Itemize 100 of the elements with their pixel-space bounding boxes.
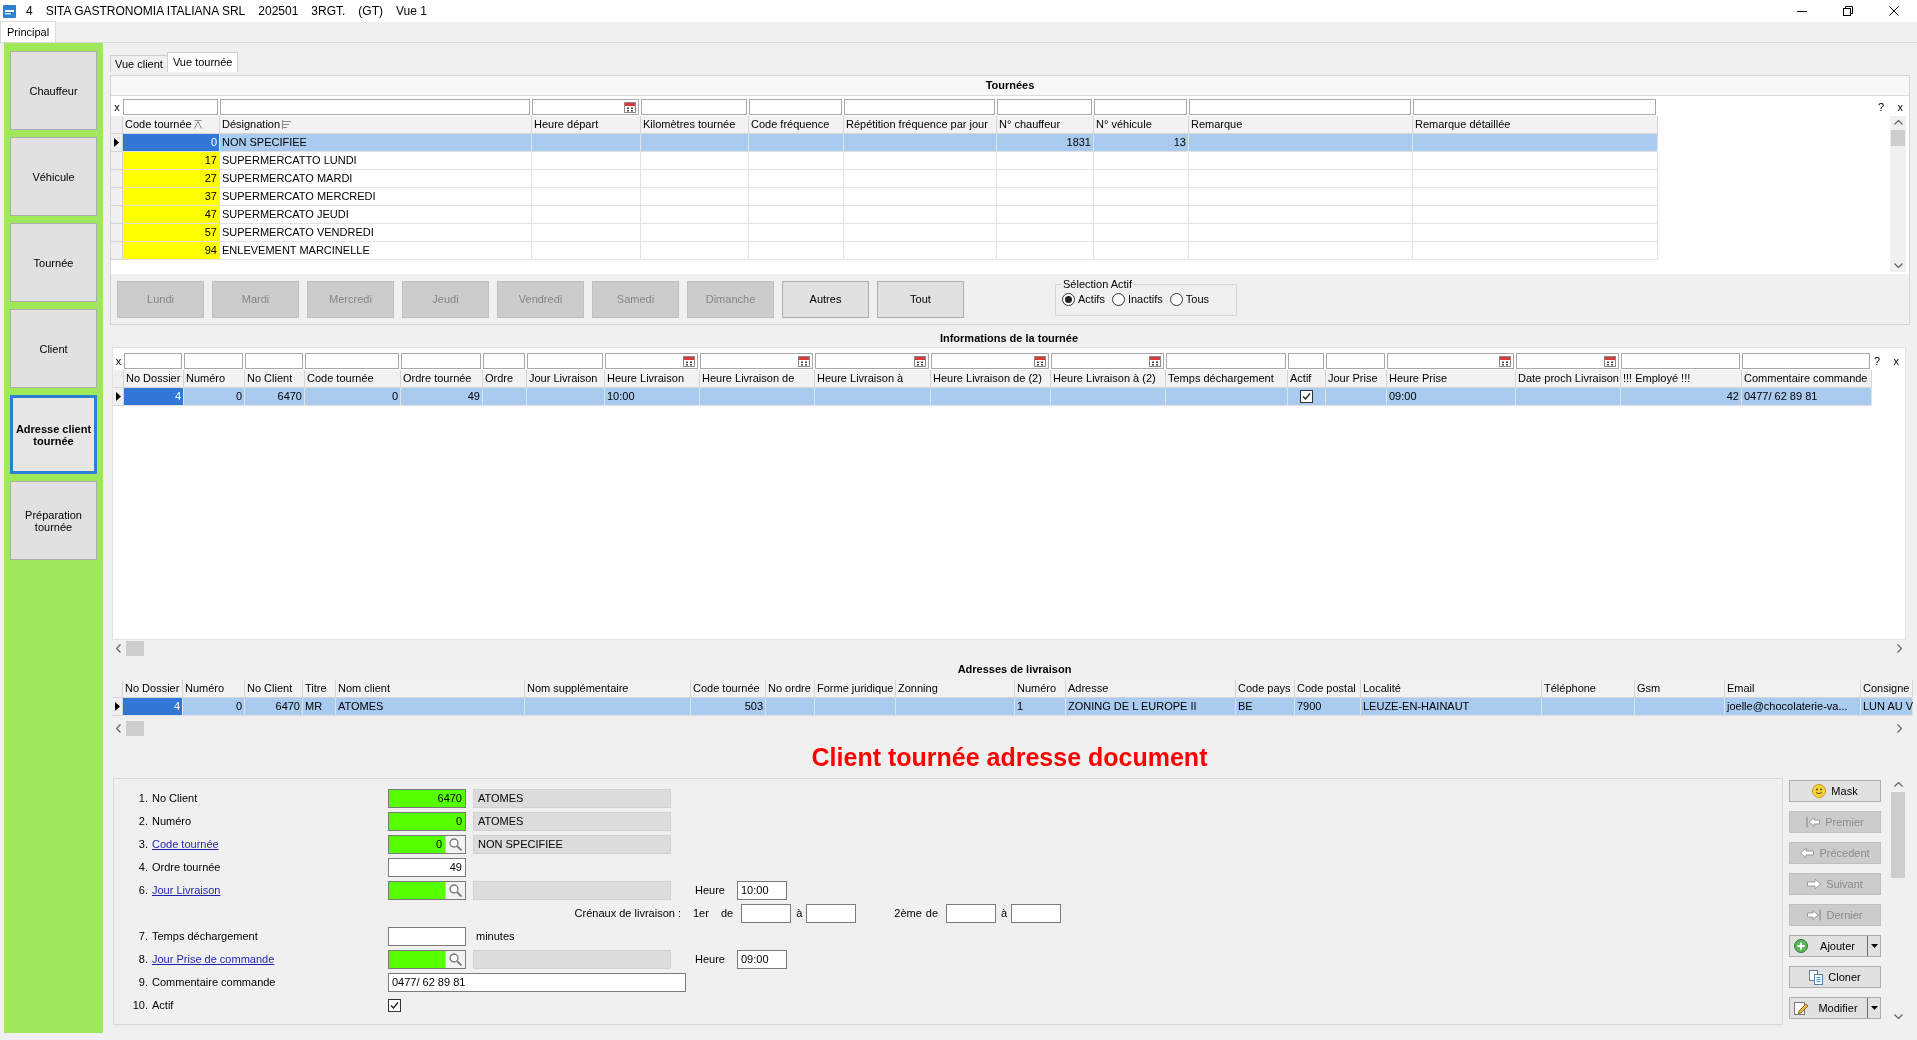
filter-clear-button[interactable]: x [114, 101, 120, 113]
filter-field[interactable] [641, 99, 747, 115]
column-header[interactable]: Heure Livraison de (2) [931, 370, 1051, 388]
input-field[interactable]: 6470 [389, 790, 465, 807]
filter-field[interactable] [749, 99, 842, 115]
input-field[interactable] [1011, 904, 1062, 923]
column-header[interactable]: Nom supplémentaire [525, 680, 691, 698]
column-header[interactable]: Désignation [220, 116, 532, 134]
column-header[interactable]: No Client [245, 680, 303, 698]
column-header[interactable]: Code tournée [123, 116, 220, 134]
filter-field[interactable] [532, 99, 639, 115]
calendar-icon[interactable] [683, 355, 695, 367]
table-row[interactable]: 17 SUPERMERCATTO LUNDI [111, 152, 1658, 170]
sidebar-button[interactable]: Tournée [10, 223, 97, 302]
input-field[interactable]: 09:00 [736, 950, 787, 969]
tab[interactable]: Vue client [110, 55, 167, 72]
filter-field[interactable] [527, 353, 603, 369]
chevron-right-icon[interactable] [1897, 644, 1902, 653]
table-row[interactable]: 94 ENLEVEMENT MARCINELLE [111, 242, 1658, 260]
minimize-icon[interactable] [1797, 10, 1807, 12]
column-header[interactable]: Numéro [1015, 680, 1066, 698]
column-header[interactable]: Commentaire commande [1742, 370, 1872, 388]
sidebar-button[interactable]: Client [10, 309, 97, 388]
table-row[interactable]: 57 SUPERMERCATO VENDREDI [111, 224, 1658, 242]
filter-field[interactable] [124, 353, 182, 369]
filter-field[interactable] [1189, 99, 1411, 115]
filter-field[interactable] [605, 353, 698, 369]
caret-icon[interactable] [1870, 944, 1878, 948]
help-button[interactable]: ? [1874, 354, 1881, 368]
input-field[interactable] [741, 904, 792, 923]
caret-icon[interactable] [1870, 1006, 1878, 1010]
field-link[interactable]: Jour Livraison [152, 884, 221, 897]
chevron-down-icon[interactable] [1893, 1014, 1903, 1019]
field-link[interactable]: Code tournée [152, 838, 219, 851]
filter-field[interactable] [1051, 353, 1164, 369]
column-header[interactable]: Email [1725, 680, 1861, 698]
table-row[interactable]: 47 SUPERMERCATO JEUDI [111, 206, 1658, 224]
column-header[interactable]: Code pays [1236, 680, 1295, 698]
radio-button[interactable] [1111, 293, 1125, 306]
chevron-up-icon[interactable] [1893, 782, 1903, 787]
radio-label[interactable]: Actifs [1078, 293, 1105, 306]
column-header[interactable]: Consigne [1861, 680, 1913, 698]
filter-button[interactable]: Autres [782, 280, 869, 318]
chevron-up-icon[interactable] [1893, 120, 1903, 125]
mask-button[interactable]: Mask [1789, 780, 1881, 802]
column-header[interactable]: !!! Employé !!! [1621, 370, 1742, 388]
edit-button[interactable]: Modifier [1789, 997, 1881, 1019]
filter-field[interactable] [1516, 353, 1619, 369]
close-icon[interactable] [1889, 6, 1899, 16]
column-header[interactable]: No ordre [766, 680, 815, 698]
row-selector[interactable] [113, 388, 124, 406]
column-header[interactable]: No Dossier [123, 680, 183, 698]
add-button[interactable]: Ajouter [1789, 935, 1881, 957]
calendar-icon[interactable] [798, 355, 810, 367]
filter-field[interactable] [700, 353, 813, 369]
filter-field[interactable] [401, 353, 481, 369]
menu-tab[interactable]: Principal [0, 21, 57, 42]
scroll-thumb[interactable] [1891, 792, 1905, 878]
column-header[interactable]: Ordre tournée [401, 370, 483, 388]
column-header[interactable]: Heure Livraison [605, 370, 700, 388]
column-header[interactable]: Code postal [1295, 680, 1361, 698]
help-button[interactable]: ? [1878, 100, 1885, 114]
column-header[interactable]: Date proch Livraison [1516, 370, 1621, 388]
filter-field[interactable] [483, 353, 525, 369]
column-header[interactable]: Adresse [1066, 680, 1236, 698]
table-row[interactable]: 37 SUPERMERCATO MERCREDI [111, 188, 1658, 206]
filter-field[interactable] [931, 353, 1049, 369]
column-header[interactable]: No Client [245, 370, 305, 388]
radio-label[interactable]: Tous [1185, 293, 1209, 306]
filter-field[interactable] [1387, 353, 1514, 369]
column-header[interactable]: Ordre [483, 370, 527, 388]
input-field[interactable] [946, 904, 997, 923]
checkbox[interactable] [388, 999, 401, 1012]
column-header[interactable]: Téléphone [1542, 680, 1635, 698]
table-row[interactable]: 0 NON SPECIFIEE 1831 13 [111, 134, 1658, 152]
input-field[interactable] [388, 927, 466, 946]
filter-field[interactable] [220, 99, 530, 115]
column-header[interactable]: Code tournée [691, 680, 766, 698]
column-header[interactable]: Heure Prise [1387, 370, 1516, 388]
vertical-scrollbar[interactable] [1890, 116, 1906, 272]
calendar-icon[interactable] [914, 355, 926, 367]
lines-icon[interactable] [282, 120, 292, 129]
filter-field[interactable] [1094, 99, 1187, 115]
column-header[interactable]: Kilomètres tournée [641, 116, 749, 134]
scroll-thumb[interactable] [1891, 130, 1905, 146]
column-header[interactable]: Heure Livraison de [700, 370, 815, 388]
filter-field[interactable] [1326, 353, 1385, 369]
column-header[interactable]: Remarque détaillée [1413, 116, 1658, 134]
close-button[interactable]: x [1897, 100, 1903, 114]
column-header[interactable]: Répétition fréquence par jour [844, 116, 997, 134]
filter-field[interactable] [123, 99, 218, 115]
filter-clear-button[interactable]: x [115, 355, 122, 367]
input-field[interactable]: 0 [389, 813, 465, 830]
scroll-thumb[interactable] [126, 641, 144, 656]
field-link[interactable]: Jour Prise de commande [152, 953, 275, 966]
column-header[interactable]: Heure départ [532, 116, 641, 134]
restore-icon[interactable] [1843, 6, 1853, 16]
filter-field[interactable] [997, 99, 1092, 115]
filter-button[interactable]: Tout [877, 280, 964, 318]
column-header[interactable]: Nom client [336, 680, 525, 698]
